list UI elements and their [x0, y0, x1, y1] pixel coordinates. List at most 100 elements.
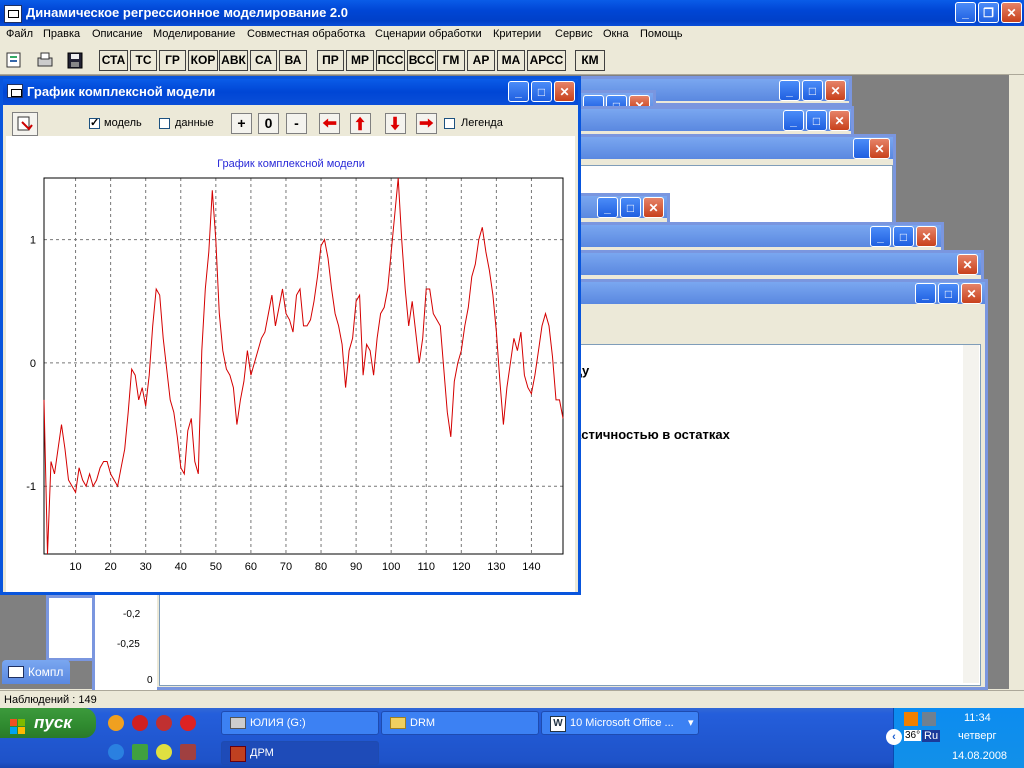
background-window-left[interactable] [46, 595, 98, 661]
menu-windows[interactable]: Окна [603, 28, 629, 40]
chevron-down-icon: ▾ [688, 717, 694, 729]
menu-help[interactable]: Помощь [640, 28, 683, 40]
model-checkbox[interactable]: ✓ [89, 117, 100, 129]
drive-icon [230, 717, 246, 729]
quicklaunch-icon[interactable] [180, 715, 196, 731]
maximize-button[interactable]: □ [893, 226, 914, 247]
taskbar-task-drm-folder[interactable]: DRM [381, 711, 539, 735]
close-button[interactable]: ✕ [916, 226, 937, 247]
minimize-button[interactable]: _ [870, 226, 891, 247]
media-player-icon[interactable] [904, 712, 918, 726]
toolbar-button-arss[interactable]: АРСС [527, 50, 566, 71]
background-chart-window: -0,2 -0,25 0 [92, 595, 157, 690]
close-button[interactable]: ✕ [829, 110, 850, 131]
print-icon[interactable] [34, 50, 56, 71]
print-chart-icon[interactable] [12, 112, 38, 136]
minimize-button[interactable]: _ [508, 81, 529, 102]
taskbar-task-drm-app[interactable]: ДРМ [221, 741, 379, 765]
toolbar-button-ts[interactable]: ТС [130, 50, 157, 71]
menu-modeling[interactable]: Моделирование [153, 28, 235, 40]
x-tick-label: 70 [280, 561, 292, 573]
show-hidden-icons-icon[interactable]: ‹ [886, 729, 902, 745]
close-button[interactable]: ✕ [957, 254, 978, 275]
minimized-window[interactable]: Компл [2, 660, 70, 684]
maximize-button[interactable]: □ [806, 110, 827, 131]
word-icon: W [550, 716, 566, 732]
arrow-left-icon[interactable] [319, 113, 340, 134]
zoom-in-button[interactable]: + [231, 113, 252, 134]
zoom-reset-button[interactable]: 0 [258, 113, 279, 134]
toolbar-button-gm[interactable]: ГМ [437, 50, 465, 71]
minimize-button[interactable]: _ [783, 110, 804, 131]
arrow-down-icon[interactable] [385, 113, 406, 134]
minimize-button[interactable]: _ [915, 283, 936, 304]
open-project-icon[interactable] [4, 50, 26, 71]
close-button[interactable]: ✕ [869, 138, 890, 159]
toolbar-button-km[interactable]: КМ [575, 50, 605, 71]
toolbar-button-avk[interactable]: АВК [219, 50, 248, 71]
x-tick-label: 40 [175, 561, 187, 573]
maximize-button[interactable]: □ [531, 81, 552, 102]
toolbar-button-va[interactable]: ВА [279, 50, 307, 71]
menu-file[interactable]: Файл [6, 28, 33, 40]
quicklaunch-icon[interactable] [180, 744, 196, 760]
menu-description[interactable]: Описание [92, 28, 143, 40]
close-button[interactable]: ✕ [554, 81, 575, 102]
network-icon[interactable] [922, 712, 936, 726]
legend-checkbox[interactable] [444, 118, 455, 129]
mdi-vertical-scrollbar[interactable] [1009, 75, 1024, 689]
minimize-button[interactable]: _ [955, 2, 976, 23]
toolbar-button-kor[interactable]: КОР [188, 50, 218, 71]
menu-service[interactable]: Сервис [555, 28, 593, 40]
arrow-right-icon[interactable] [416, 113, 437, 134]
toolbar-button-vss[interactable]: ВСС [407, 50, 436, 71]
zoom-out-button[interactable]: - [286, 113, 307, 134]
toolbar-button-ar[interactable]: АР [467, 50, 495, 71]
restore-button[interactable]: ❐ [978, 2, 999, 23]
menu-edit[interactable]: Правка [43, 28, 80, 40]
toolbar-button-mr[interactable]: МР [346, 50, 374, 71]
taskbar-task-drive[interactable]: ЮЛИЯ (G:) [221, 711, 379, 735]
quicklaunch-icon[interactable] [156, 715, 172, 731]
language-indicator[interactable]: Ru [922, 730, 941, 742]
toolbar-button-gr[interactable]: ГР [159, 50, 186, 71]
data-checkbox[interactable] [159, 118, 170, 129]
quicklaunch-icon[interactable] [132, 744, 148, 760]
minimize-button[interactable]: _ [597, 197, 618, 218]
data-checkbox-label: данные [175, 117, 214, 129]
maximize-button[interactable]: □ [620, 197, 641, 218]
axis-label: -0,2 [123, 609, 141, 620]
model-series-line [43, 177, 564, 555]
app-icon [4, 5, 22, 23]
save-icon[interactable] [64, 50, 86, 71]
start-button[interactable]: пуск [0, 708, 96, 738]
toolbar-button-sa[interactable]: СА [250, 50, 277, 71]
arrow-up-icon[interactable] [350, 113, 371, 134]
taskbar-task-office[interactable]: W 10 Microsoft Office ... ▾ [541, 711, 699, 735]
menu-scenarios[interactable]: Сценарии обработки [375, 28, 482, 40]
clock-time[interactable]: 11:34 [964, 712, 991, 724]
graph-window[interactable]: График комплексной модели _ □ ✕ ✓ модель… [0, 76, 581, 595]
toolbar: СТА ТС ГР КОР АВК СА ВА ПР МР ПСС ВСС ГМ… [0, 46, 1024, 75]
minimize-button[interactable]: _ [779, 80, 800, 101]
maximize-button[interactable]: □ [938, 283, 959, 304]
close-button[interactable]: ✕ [825, 80, 846, 101]
close-button[interactable]: ✕ [961, 283, 982, 304]
quicklaunch-icon[interactable] [156, 744, 172, 760]
system-tray: ‹ 36° Ru 11:34 четверг 14.08.2008 [886, 708, 1024, 768]
x-tick-label: 140 [522, 561, 540, 573]
maximize-button[interactable]: □ [802, 80, 823, 101]
internet-explorer-icon[interactable] [108, 744, 124, 760]
toolbar-button-sta[interactable]: СТА [99, 50, 128, 71]
close-button[interactable]: ✕ [1001, 2, 1022, 23]
toolbar-button-pss[interactable]: ПСС [376, 50, 405, 71]
close-button[interactable]: ✕ [643, 197, 664, 218]
toolbar-button-ma[interactable]: МА [497, 50, 525, 71]
taskbar: пуск ЮЛИЯ (G:) DRM W 10 Microsoft Office… [0, 708, 1024, 768]
menu-joint-processing[interactable]: Совместная обработка [247, 28, 365, 40]
menu-criteria[interactable]: Критерии [493, 28, 541, 40]
toolbar-button-pr[interactable]: ПР [317, 50, 344, 71]
quicklaunch-icon[interactable] [132, 715, 148, 731]
quicklaunch-icon[interactable] [108, 715, 124, 731]
vertical-scrollbar[interactable] [963, 345, 979, 683]
